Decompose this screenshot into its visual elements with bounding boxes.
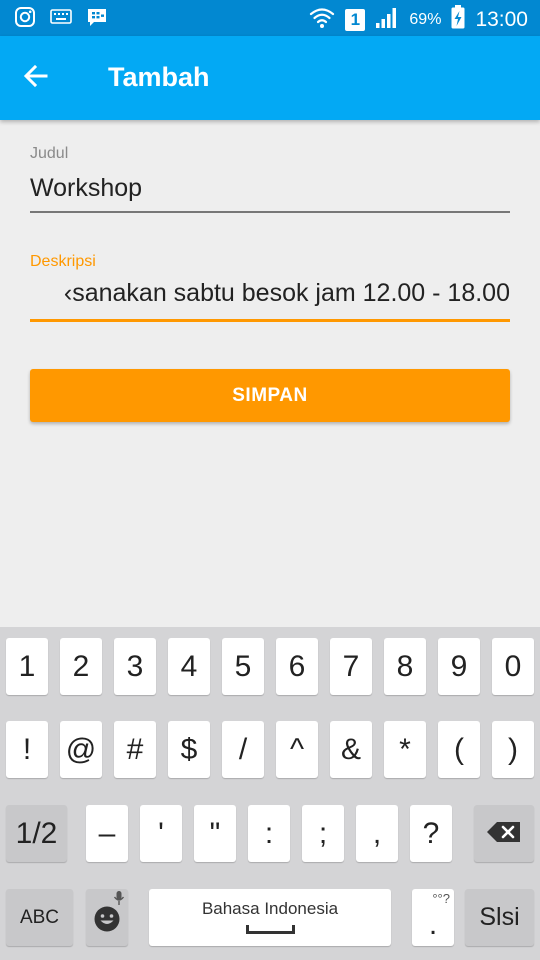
key-3[interactable]: 3 — [114, 638, 156, 695]
key-dash[interactable]: – — [86, 805, 128, 862]
key-9[interactable]: 9 — [438, 638, 480, 695]
key-period[interactable]: °°? . — [412, 889, 454, 946]
status-bar: 1 69% 13:00 — [0, 0, 540, 36]
battery-percent: 69% — [409, 10, 442, 28]
emoji-icon — [93, 905, 121, 941]
title-input[interactable] — [30, 171, 510, 205]
key-semicolon[interactable]: ; — [302, 805, 344, 862]
app-bar: Tambah — [0, 36, 540, 120]
signal-icon — [374, 5, 400, 34]
key-ampersand[interactable]: & — [330, 721, 372, 778]
wifi-icon — [308, 5, 336, 34]
period-label: . — [428, 907, 438, 941]
key-asterisk[interactable]: * — [384, 721, 426, 778]
description-label: Deskripsi — [30, 253, 96, 270]
title-field: Judul — [30, 145, 510, 213]
backspace-key[interactable] — [474, 805, 534, 862]
key-close-paren[interactable]: ) — [492, 721, 534, 778]
keyboard: 1 2 3 4 5 6 7 8 9 0 ! @ # $ / ^ & * ( ) … — [0, 627, 540, 960]
title-underline — [30, 211, 510, 213]
key-comma[interactable]: , — [356, 805, 398, 862]
description-underline — [30, 319, 510, 322]
key-2[interactable]: 2 — [60, 638, 102, 695]
key-at[interactable]: @ — [60, 721, 102, 778]
period-hint: °°? — [432, 891, 450, 906]
bbm-icon — [86, 6, 108, 33]
keyboard-icon — [50, 9, 72, 30]
key-exclamation[interactable]: ! — [6, 721, 48, 778]
key-abc[interactable]: ABC — [6, 889, 73, 946]
key-5[interactable]: 5 — [222, 638, 264, 695]
clock: 13:00 — [475, 7, 528, 31]
arrow-back-icon — [22, 62, 50, 95]
description-input[interactable]: ‹sanakan sabtu besok jam 12.00 - 18.00 — [30, 279, 510, 313]
key-4[interactable]: 4 — [168, 638, 210, 695]
key-dollar[interactable]: $ — [168, 721, 210, 778]
instagram-icon — [14, 6, 36, 33]
key-8[interactable]: 8 — [384, 638, 426, 695]
key-1[interactable]: 1 — [6, 638, 48, 695]
description-value: ‹sanakan sabtu besok jam 12.00 - 18.00 — [63, 279, 510, 307]
emoji-key[interactable] — [86, 889, 128, 946]
space-bar-label: Bahasa Indonesia — [201, 899, 339, 918]
key-7[interactable]: 7 — [330, 638, 372, 695]
key-caret[interactable]: ^ — [276, 721, 318, 778]
space-bar[interactable]: Bahasa Indonesia — [149, 889, 391, 946]
save-button[interactable]: SIMPAN — [30, 369, 510, 422]
enter-key[interactable]: Slsi — [465, 889, 534, 946]
key-quote[interactable]: " — [194, 805, 236, 862]
space-icon — [246, 925, 295, 934]
title-label: Judul — [30, 145, 69, 162]
key-open-paren[interactable]: ( — [438, 721, 480, 778]
key-colon[interactable]: : — [248, 805, 290, 862]
sim-indicator: 1 — [345, 8, 366, 31]
battery-charging-icon — [450, 4, 466, 35]
key-page-toggle[interactable]: 1/2 — [6, 805, 67, 862]
description-field: Deskripsi ‹sanakan sabtu besok jam 12.00… — [30, 253, 510, 322]
page-title: Tambah — [108, 62, 210, 92]
backspace-icon — [486, 817, 522, 851]
key-hash[interactable]: # — [114, 721, 156, 778]
key-6[interactable]: 6 — [276, 638, 318, 695]
mic-hint-icon — [113, 890, 125, 909]
key-0[interactable]: 0 — [492, 638, 534, 695]
back-button[interactable] — [18, 60, 54, 96]
key-question[interactable]: ? — [410, 805, 452, 862]
key-apostrophe[interactable]: ' — [140, 805, 182, 862]
key-slash[interactable]: / — [222, 721, 264, 778]
